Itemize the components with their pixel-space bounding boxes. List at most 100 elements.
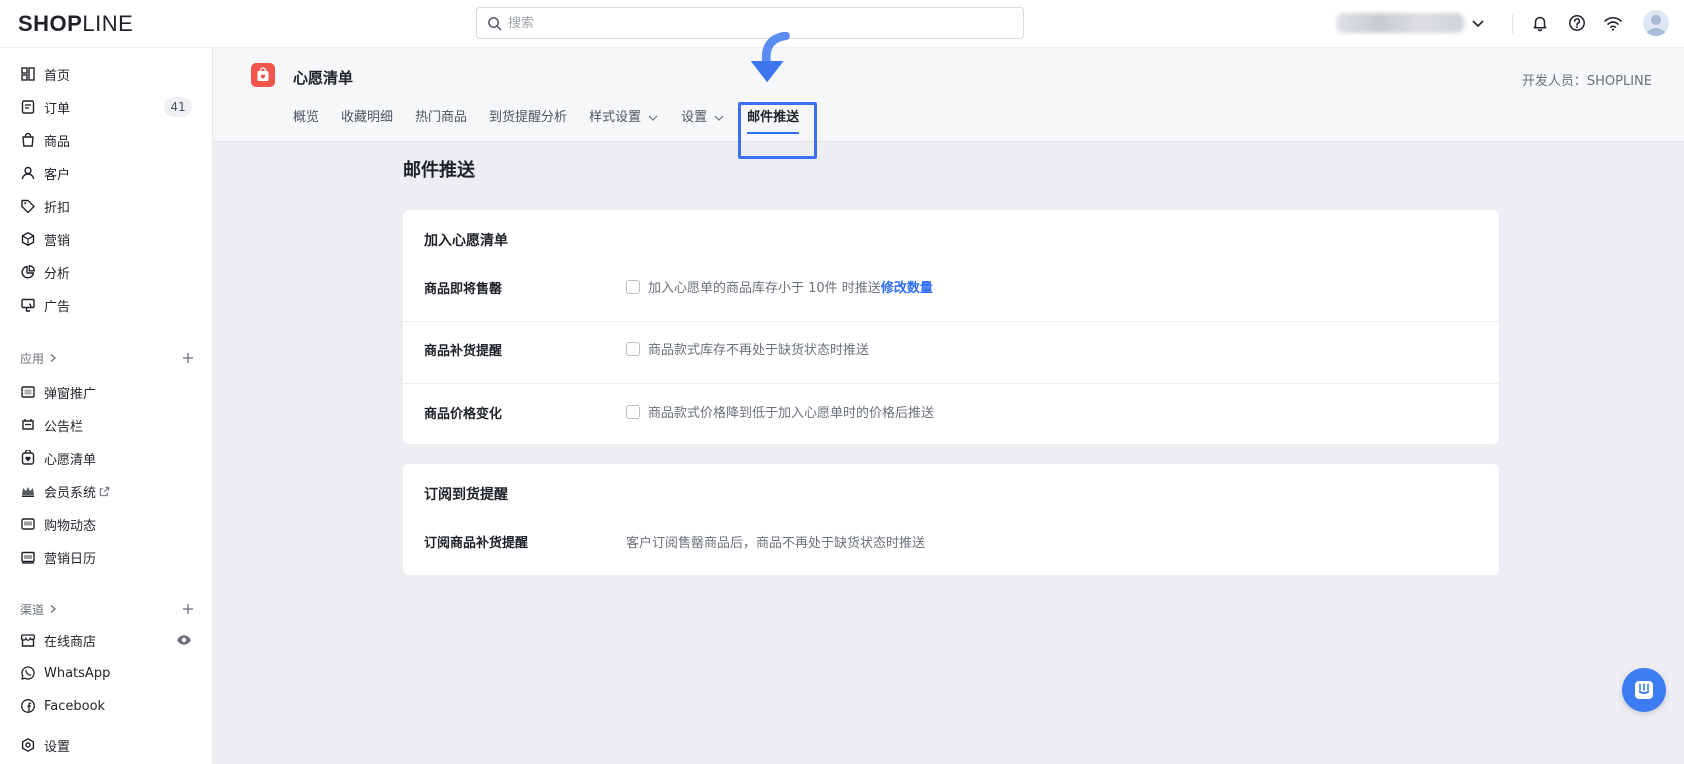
push-row-subscribed-restock: 订阅商品补货提醒 客户订阅售罄商品后，商品不再处于缺货状态时推送 bbox=[403, 526, 1499, 566]
sidebar-item-marketing[interactable]: 营销 bbox=[8, 225, 204, 253]
shopping-feed-icon bbox=[20, 516, 36, 532]
apps-section-label: 应用 bbox=[20, 351, 45, 366]
sidebar-item-ads[interactable]: 广告 bbox=[8, 291, 204, 319]
ads-icon bbox=[20, 297, 36, 313]
sidebar-item-label: 购物动态 bbox=[44, 518, 97, 534]
sidebar-item-online-store[interactable]: 在线商店 bbox=[8, 626, 204, 654]
row-label: 商品即将售罄 bbox=[424, 282, 503, 297]
sidebar-item-label: 商品 bbox=[44, 134, 71, 150]
store-name-blurred[interactable] bbox=[1336, 13, 1464, 33]
tab-label: 热门商品 bbox=[415, 110, 468, 125]
sidebar-item-label: Facebook bbox=[44, 698, 106, 714]
whatsapp-icon bbox=[20, 665, 36, 681]
notification-bell-icon[interactable] bbox=[1529, 12, 1551, 34]
top-bar: SHOPLINE bbox=[0, 0, 1684, 48]
popup-icon bbox=[20, 384, 36, 400]
chevron-right-icon bbox=[50, 354, 57, 362]
main-content: 心愿清单 开发人员：SHOPLINE 概览 收藏明细 热门商品 到货提醒分析 样… bbox=[213, 32, 1684, 764]
tab-label: 到货提醒分析 bbox=[489, 110, 568, 125]
eye-icon[interactable] bbox=[176, 632, 192, 648]
tab-style-settings[interactable]: 样式设置 bbox=[589, 108, 659, 138]
low-stock-checkbox[interactable] bbox=[626, 279, 640, 294]
modify-quantity-link[interactable]: 修改数量 bbox=[881, 277, 933, 296]
card-title: 加入心愿清单 bbox=[424, 233, 508, 249]
developer-label: 开发人员：SHOPLINE bbox=[1521, 74, 1652, 89]
restock-checkbox[interactable] bbox=[626, 341, 640, 356]
sidebar-item-shopping-feed[interactable]: 购物动态 bbox=[8, 510, 204, 538]
logo-bold-text: SHOP bbox=[18, 11, 83, 36]
shopline-logo[interactable]: SHOPLINE bbox=[18, 11, 133, 37]
wifi-icon[interactable] bbox=[1602, 12, 1624, 34]
chevron-down-icon bbox=[714, 115, 724, 121]
sidebar-item-whatsapp[interactable]: WhatsApp bbox=[8, 659, 204, 687]
add-app-plus-icon[interactable] bbox=[180, 350, 196, 366]
price-change-checkbox[interactable] bbox=[626, 404, 640, 419]
sidebar-item-label: 订单 bbox=[44, 101, 71, 117]
chat-support-button[interactable] bbox=[1622, 668, 1666, 712]
store-icon bbox=[20, 632, 36, 648]
tab-label: 收藏明细 bbox=[341, 110, 394, 125]
sidebar-item-wishlist[interactable]: 心愿清单 bbox=[8, 444, 204, 472]
sidebar-item-announcement[interactable]: 公告栏 bbox=[8, 411, 204, 439]
sidebar-item-label: 设置 bbox=[44, 739, 71, 755]
tab-label: 概览 bbox=[293, 110, 320, 125]
apps-section-header[interactable]: 应用 bbox=[20, 348, 196, 368]
sidebar-item-products[interactable]: 商品 bbox=[8, 126, 204, 154]
row-label: 订阅商品补货提醒 bbox=[424, 536, 529, 551]
search-input[interactable] bbox=[508, 15, 988, 31]
calendar-icon bbox=[20, 549, 36, 565]
sidebar-item-membership[interactable]: 会员系统 bbox=[8, 477, 204, 505]
row-description: 加入心愿单的商品库存小于 10件 时推送 bbox=[648, 281, 881, 296]
tab-favorites-detail[interactable]: 收藏明细 bbox=[341, 108, 393, 138]
home-icon bbox=[20, 66, 36, 82]
row-label: 商品价格变化 bbox=[424, 407, 503, 422]
sidebar-item-label: 弹窗推广 bbox=[44, 386, 97, 402]
tab-settings[interactable]: 设置 bbox=[681, 108, 725, 138]
discount-icon bbox=[20, 198, 36, 214]
sidebar-item-label: 分析 bbox=[44, 266, 71, 282]
add-channel-plus-icon[interactable] bbox=[180, 601, 196, 617]
sidebar-item-discount[interactable]: 折扣 bbox=[8, 192, 204, 220]
channels-section-header[interactable]: 渠道 bbox=[20, 599, 196, 619]
chevron-down-icon[interactable] bbox=[1470, 15, 1486, 31]
card-title: 订阅到货提醒 bbox=[424, 487, 508, 503]
page-title: 邮件推送 bbox=[403, 160, 475, 181]
channels-section-label: 渠道 bbox=[20, 602, 45, 617]
row-description: 客户订阅售罄商品后，商品不再处于缺货状态时推送 bbox=[626, 536, 926, 551]
sidebar-item-label: 广告 bbox=[44, 299, 71, 315]
tab-restock-analysis[interactable]: 到货提醒分析 bbox=[489, 108, 567, 138]
tab-popular-products[interactable]: 热门商品 bbox=[415, 108, 467, 138]
sidebar-item-marketing-calendar[interactable]: 营销日历 bbox=[8, 543, 204, 571]
customers-icon bbox=[20, 165, 36, 181]
sidebar-item-analytics[interactable]: 分析 bbox=[8, 258, 204, 286]
wishlist-icon bbox=[20, 450, 36, 466]
pointer-arrow-icon bbox=[750, 32, 790, 83]
tab-highlight-box bbox=[738, 102, 817, 159]
row-divider bbox=[403, 321, 1499, 322]
orders-count-badge: 41 bbox=[164, 97, 192, 117]
push-row-low-stock: 商品即将售罄 加入心愿单的商品库存小于 10件 时推送 修改数量 bbox=[403, 272, 1499, 312]
membership-icon bbox=[20, 483, 36, 499]
chat-icon bbox=[1635, 681, 1653, 699]
chevron-down-icon bbox=[648, 115, 658, 121]
sidebar-item-customers[interactable]: 客户 bbox=[8, 159, 204, 187]
restock-subscription-card: 订阅到货提醒 订阅商品补货提醒 客户订阅售罄商品后，商品不再处于缺货状态时推送 bbox=[403, 464, 1499, 575]
chevron-right-icon bbox=[50, 605, 57, 613]
row-label: 商品补货提醒 bbox=[424, 344, 503, 359]
sidebar: 首页 订单 41 商品 客户 折扣 营销 分析 广告 应用 弹窗推广 公告栏 心… bbox=[0, 48, 213, 764]
sidebar-item-orders[interactable]: 订单 41 bbox=[8, 93, 204, 121]
sidebar-item-label: 客户 bbox=[44, 167, 71, 183]
orders-icon bbox=[20, 99, 36, 115]
marketing-icon bbox=[20, 231, 36, 247]
sidebar-item-home[interactable]: 首页 bbox=[8, 60, 204, 88]
sidebar-item-popup[interactable]: 弹窗推广 bbox=[8, 378, 204, 406]
tab-overview[interactable]: 概览 bbox=[293, 108, 319, 138]
analytics-icon bbox=[20, 264, 36, 280]
sidebar-item-facebook[interactable]: Facebook bbox=[8, 692, 204, 720]
sidebar-item-label: 折扣 bbox=[44, 200, 71, 216]
sidebar-item-settings[interactable]: 设置 bbox=[8, 731, 204, 759]
user-avatar[interactable] bbox=[1643, 10, 1669, 36]
help-icon[interactable] bbox=[1566, 12, 1588, 34]
push-row-price-change: 商品价格变化 商品款式价格降到低于加入心愿单时的价格后推送 bbox=[403, 397, 1499, 437]
row-divider bbox=[403, 383, 1499, 384]
